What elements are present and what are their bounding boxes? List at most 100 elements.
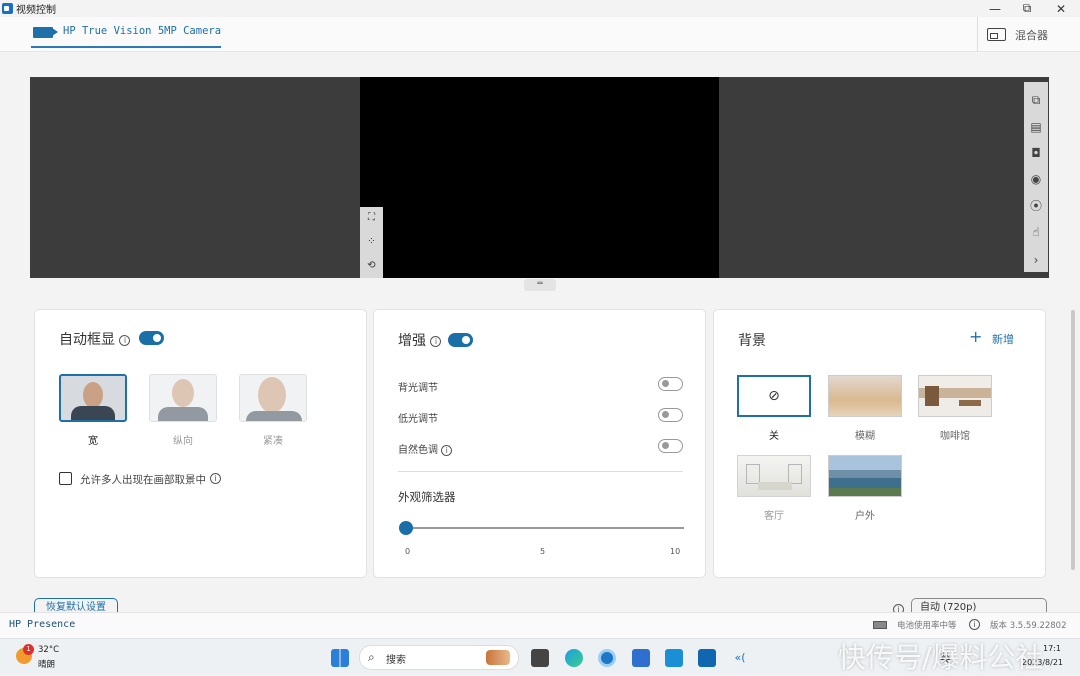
camera-tab-label: HP True Vision 5MP Camera — [63, 25, 222, 37]
background-blur-option[interactable] — [828, 375, 902, 417]
enhance-toggle[interactable] — [448, 333, 473, 347]
natural-tone-toggle[interactable] — [658, 439, 683, 453]
background-outdoor-option[interactable] — [828, 455, 902, 497]
pdf-icon[interactable]: ▤ — [1028, 119, 1044, 135]
backlight-label: 背光调节 — [398, 383, 438, 394]
add-background-button[interactable]: 新增 — [992, 331, 1014, 347]
shoulders — [158, 407, 208, 421]
background-title: 背景 — [738, 333, 766, 349]
info-icon[interactable]: i — [441, 444, 453, 456]
hand-icon[interactable]: ☝ — [1028, 224, 1044, 240]
track-tool-icon[interactable]: ⁘ — [365, 236, 378, 248]
background-living-room-option[interactable] — [737, 455, 811, 497]
clock-time: 17:1 — [1043, 644, 1061, 653]
app-header: HP True Vision 5MP Camera 混合器 — [0, 17, 1080, 52]
windows-start-icon[interactable] — [331, 649, 349, 667]
auto-frame-toggle[interactable] — [139, 331, 164, 345]
rotate-tool-icon[interactable]: ⟲ — [365, 260, 378, 272]
scrollbar[interactable] — [1071, 310, 1075, 570]
background-off-option[interactable]: ⊘ — [737, 375, 811, 417]
filter-slider-thumb[interactable] — [399, 521, 413, 535]
preview-tools: ⛶ ⁘ ⟲ — [360, 207, 383, 278]
auto-frame-panel: 自动框显 i 宽 纵向 紧凑 允许多人出现在画部取景中 i — [34, 309, 367, 578]
frame-option-portrait[interactable] — [149, 374, 217, 422]
camera-preview: ⛶ ⁘ ⟲ ⧉ ▤ ◘ ◉ ⦿ ☝ › — [30, 77, 1049, 278]
natural-tone-label: 自然色调 i — [398, 441, 453, 456]
shoulders — [71, 406, 115, 420]
info-icon[interactable]: i — [119, 334, 131, 346]
tab-camera[interactable]: HP True Vision 5MP Camera — [31, 25, 222, 48]
multi-person-label: 允许多人出现在画部取景中 — [80, 474, 206, 486]
pip-icon[interactable]: ⧉ — [1028, 92, 1044, 108]
frame-option-label: 紧凑 — [263, 436, 283, 447]
shoulders — [246, 411, 302, 421]
backlight-toggle[interactable] — [658, 377, 683, 391]
frame-option-wide[interactable] — [59, 374, 127, 422]
app-icon-myhp[interactable] — [665, 649, 683, 667]
auto-frame-title-text: 自动框显 — [59, 332, 115, 348]
app-icon-audio[interactable]: «( — [731, 649, 749, 667]
face-image — [258, 377, 286, 413]
resize-handle[interactable]: ═ — [524, 279, 556, 291]
natural-tone-text: 自然色调 — [398, 445, 438, 456]
plus-icon[interactable]: + — [969, 329, 982, 345]
mixer-button[interactable]: 混合器 — [977, 17, 1080, 52]
weather-badge: 1 — [23, 644, 34, 655]
sofa-detail — [758, 482, 792, 490]
snapshot-icon[interactable]: ◘ — [1028, 145, 1044, 161]
mixer-icon — [987, 28, 1006, 41]
lowlight-label: 低光调节 — [398, 414, 438, 425]
watermark: 快传号/爆料公社 — [838, 641, 1044, 674]
background-option-label: 客厅 — [764, 511, 784, 522]
app-icon — [2, 3, 13, 14]
video-frame — [360, 77, 719, 278]
hp-presence-taskbar-icon[interactable] — [698, 649, 716, 667]
enhance-panel: 增强 i 背光调节 低光调节 自然色调 i 外观筛选器 0 5 10 — [373, 309, 706, 578]
info-icon[interactable]: i — [430, 335, 442, 347]
enhance-title-text: 增强 — [398, 333, 426, 349]
reset-defaults-button[interactable]: 恢复默认设置 — [34, 598, 118, 612]
app-name: HP Presence — [9, 619, 76, 630]
record-icon[interactable]: ◉ — [1028, 171, 1044, 187]
window-title: 视频控制 — [16, 5, 56, 16]
enhance-title: 增强 i — [398, 330, 442, 350]
mixer-label: 混合器 — [1015, 28, 1048, 42]
app-icon-bird[interactable] — [632, 649, 650, 667]
version-text: 版本 3.5.59.22802 — [990, 621, 1067, 631]
background-option-label: 关 — [769, 431, 779, 442]
chevron-right-icon[interactable]: › — [1028, 252, 1044, 268]
resolution-select[interactable]: 自动 (720p) — [911, 598, 1047, 612]
lowlight-toggle[interactable] — [658, 408, 683, 422]
window-titlebar: 视频控制 — ⧉ ✕ — [0, 0, 1080, 17]
minimize-button[interactable]: — — [978, 0, 1012, 17]
slider-min-label: 0 — [405, 547, 411, 556]
restore-button[interactable]: ⧉ — [1010, 0, 1044, 17]
multi-person-checkbox[interactable] — [59, 472, 72, 485]
close-button[interactable]: ✕ — [1044, 0, 1078, 17]
none-icon: ⊘ — [768, 388, 780, 404]
taskbar-search[interactable]: ⌕ 搜索 — [359, 645, 519, 670]
filter-slider-track[interactable] — [406, 527, 684, 529]
background-option-label: 模糊 — [855, 431, 875, 442]
background-panel: 背景 + 新增 ⊘ 关 模糊 咖啡馆 客厅 户外 — [713, 309, 1046, 578]
search-icon: ⌕ — [368, 650, 375, 664]
battery-icon — [873, 621, 887, 629]
edge-icon[interactable] — [565, 649, 583, 667]
search-placeholder: 搜索 — [386, 655, 406, 666]
weather-desc: 晴朗 — [38, 660, 56, 670]
camera-icon — [33, 27, 58, 38]
slider-max-label: 10 — [670, 547, 681, 556]
frame-option-label: 宽 — [88, 436, 98, 447]
app-icon-circle[interactable] — [598, 649, 616, 667]
background-option-label: 户外 — [855, 511, 875, 522]
info-icon[interactable]: i — [210, 473, 221, 484]
task-view-icon[interactable] — [531, 649, 549, 667]
background-cafe-option[interactable] — [918, 375, 992, 417]
broadcast-icon[interactable]: ⦿ — [1028, 198, 1044, 214]
auto-frame-tool-icon[interactable]: ⛶ — [365, 212, 378, 224]
face-image — [172, 379, 194, 407]
search-highlight-icon — [486, 650, 510, 665]
frame-option-tight[interactable] — [239, 374, 307, 422]
window-detail — [746, 464, 760, 484]
info-icon[interactable]: i — [969, 619, 980, 630]
